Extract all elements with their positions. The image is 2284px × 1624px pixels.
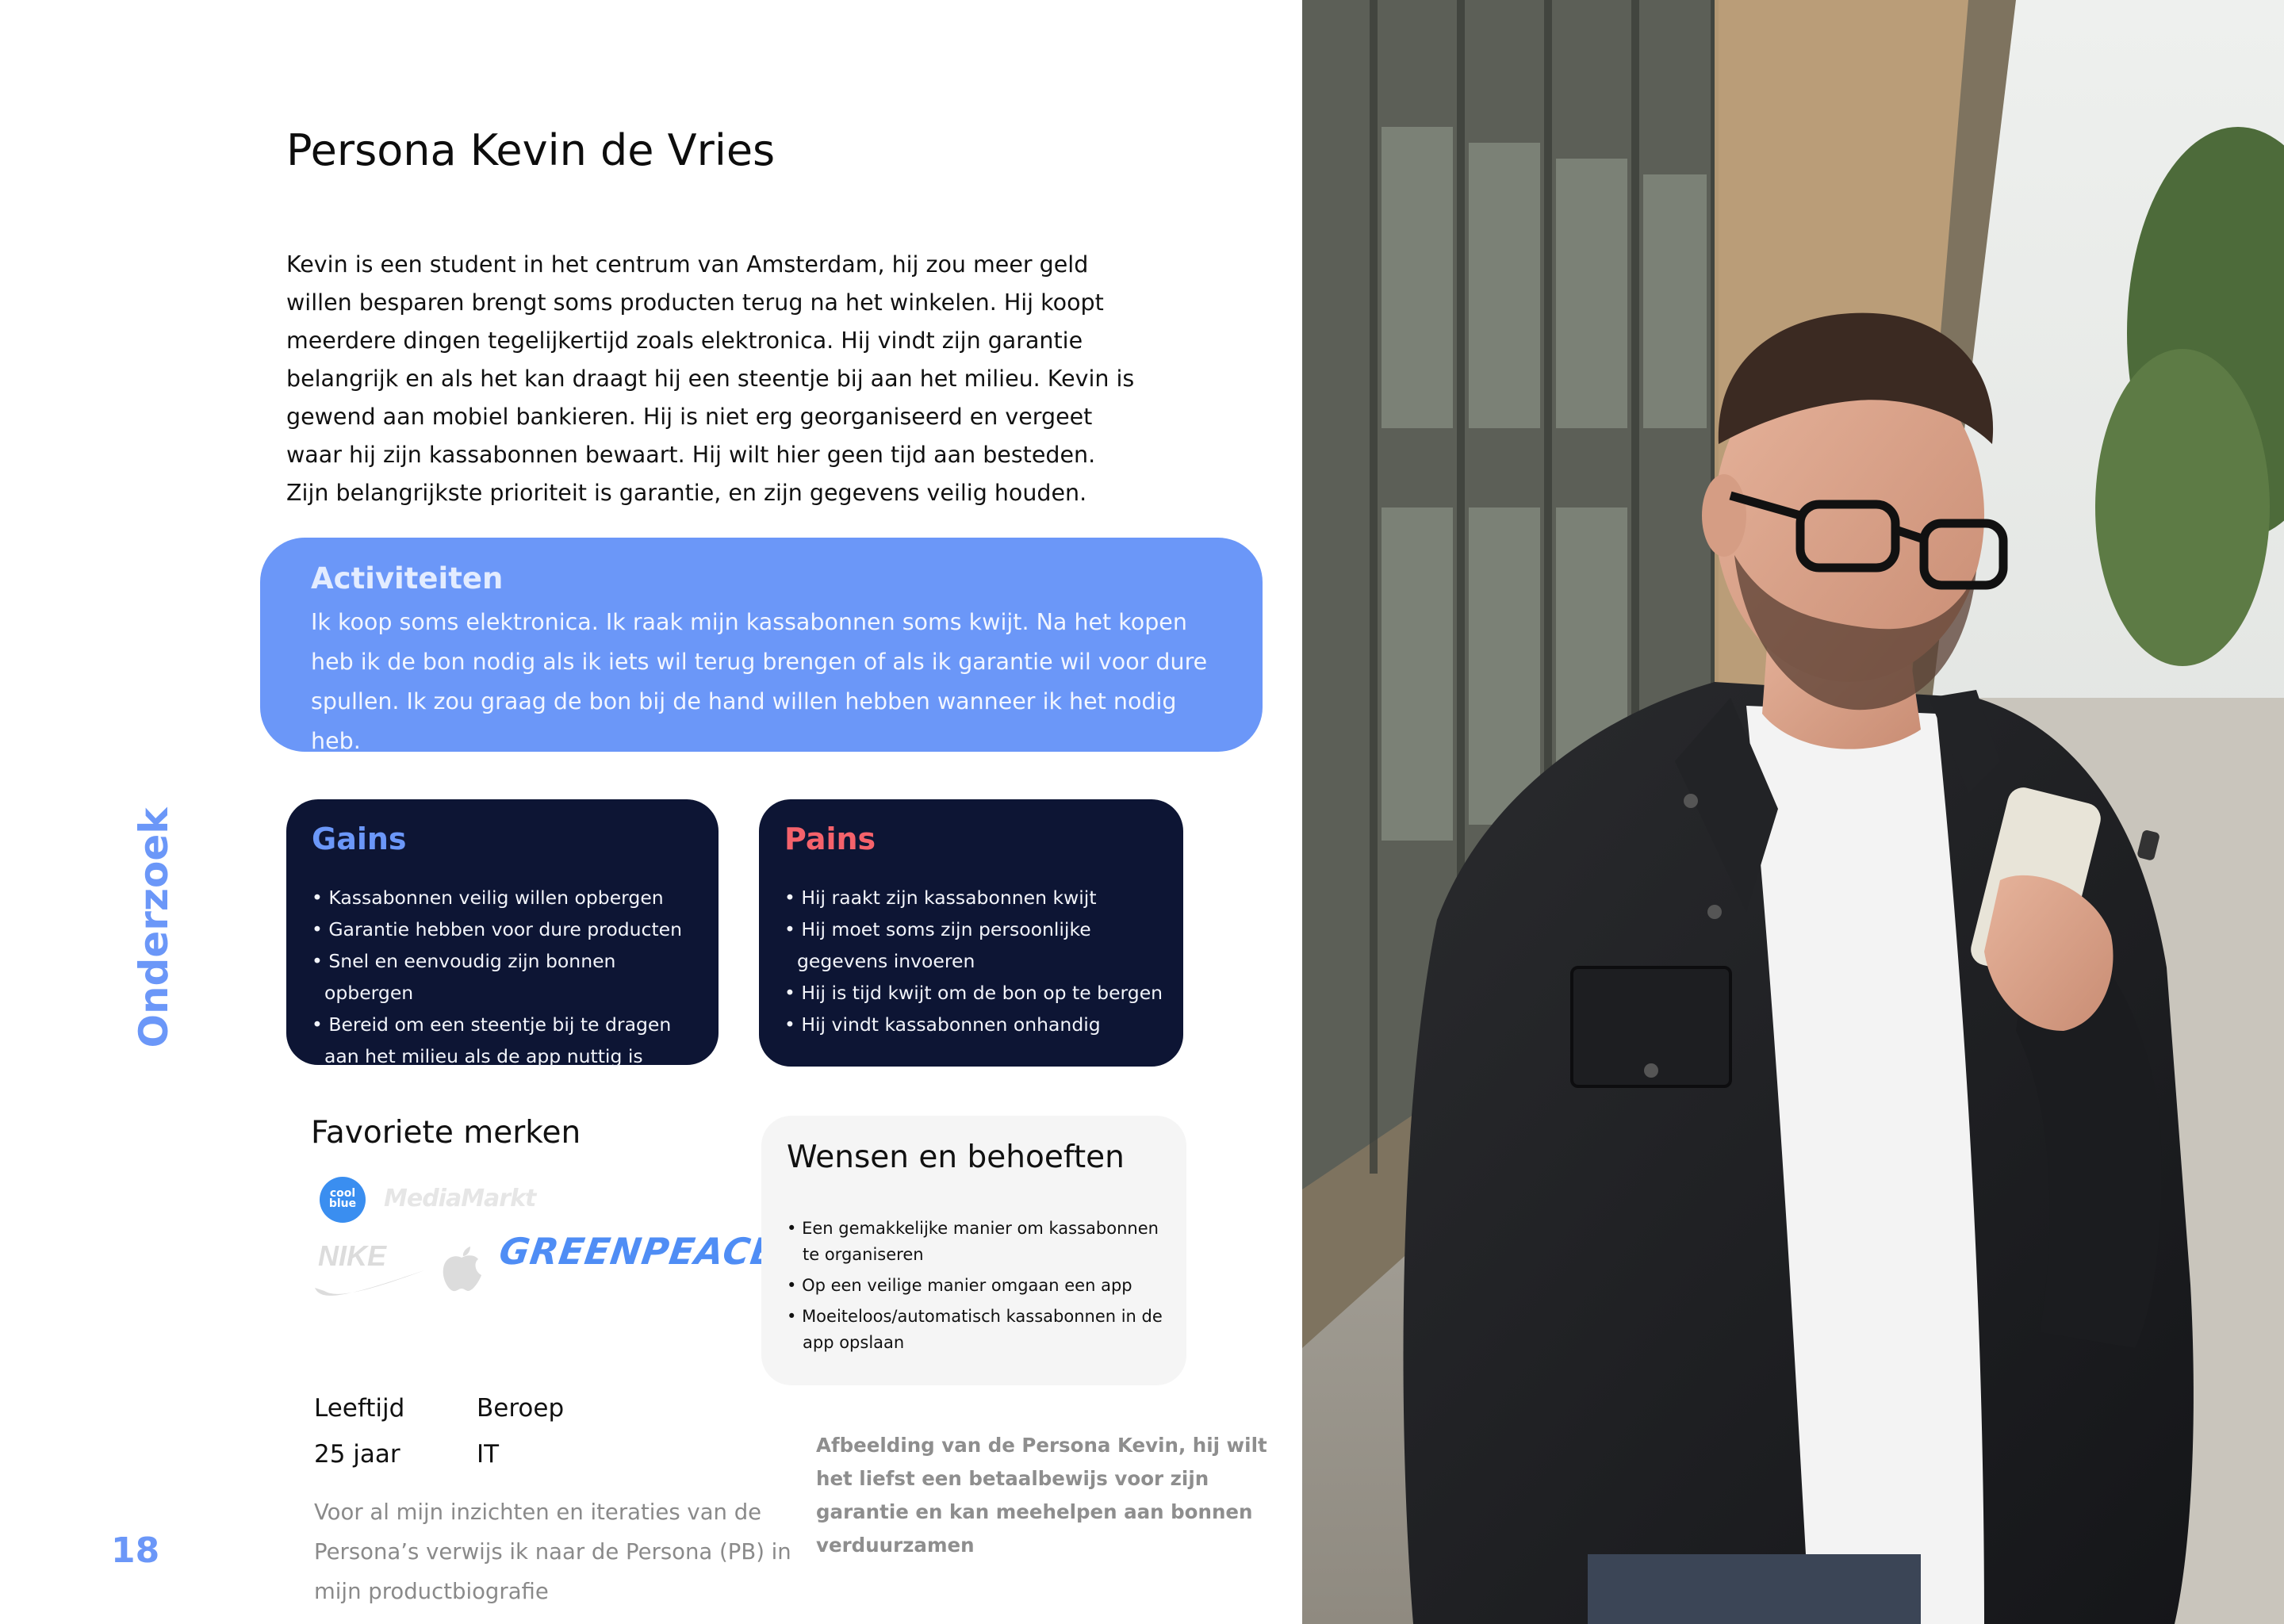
- list-item: Snel en eenvoudig zijn bonnen opbergen: [312, 945, 700, 1009]
- persona-intro: Kevin is een student in het centrum van …: [286, 251, 1135, 506]
- brands-heading: Favoriete merken: [311, 1115, 581, 1151]
- page-title: Persona Kevin de Vries: [286, 125, 776, 175]
- list-item: Kassabonnen veilig willen opbergen: [312, 882, 700, 914]
- pains-card: Pains Hij raakt zijn kassabonnen kwijt H…: [759, 799, 1183, 1067]
- list-item: Hij is tijd kwijt om de bon op te bergen: [784, 977, 1173, 1009]
- wishes-list: Een gemakkelijke manier om kassabonnen t…: [787, 1216, 1167, 1361]
- activities-card: Activiteiten Ik koop soms elektronica. I…: [260, 538, 1263, 754]
- greenpeace-logo: GREENPEACE: [496, 1230, 780, 1273]
- apple-logo: [440, 1242, 483, 1297]
- job-label: Beroep: [477, 1394, 565, 1423]
- page-number: 18: [111, 1530, 160, 1571]
- persona-note: Voor al mijn inzichten en iteraties van …: [314, 1500, 791, 1604]
- list-item: Hij moet soms zijn persoonlijke gegevens…: [784, 914, 1173, 977]
- list-item: Op een veilige manier omgaan een app: [787, 1273, 1167, 1299]
- persona-photo: [1302, 0, 2284, 1624]
- list-item: Bereid om een steentje bij te dragen aan…: [312, 1009, 700, 1072]
- mediamarkt-logo: MediaMarkt: [384, 1185, 536, 1212]
- list-item: Een gemakkelijke manier om kassabonnen t…: [787, 1216, 1167, 1268]
- wishes-card: Wensen en behoeften Een gemakkelijke man…: [761, 1116, 1186, 1385]
- list-item: Garantie hebben voor dure producten: [312, 914, 700, 945]
- wishes-heading: Wensen en behoeften: [787, 1139, 1125, 1175]
- pains-heading: Pains: [784, 822, 876, 856]
- svg-text:NIKE: NIKE: [318, 1239, 387, 1272]
- age-label: Leeftijd: [314, 1394, 405, 1423]
- gains-heading: Gains: [312, 822, 407, 856]
- gains-card: Gains Kassabonnen veilig willen opbergen…: [286, 799, 719, 1067]
- photo-caption: Afbeelding van de Persona Kevin, hij wil…: [816, 1434, 1267, 1557]
- list-item: Moeiteloos/automatisch kassabonnen in de…: [787, 1304, 1167, 1356]
- activities-heading: Activiteiten: [311, 561, 504, 596]
- section-label: Onderzoek: [131, 807, 177, 1048]
- list-item: Hij vindt kassabonnen onhandig: [784, 1009, 1173, 1040]
- gains-list: Kassabonnen veilig willen opbergen Garan…: [312, 882, 700, 1072]
- coolblue-logo: cool blue: [320, 1177, 366, 1223]
- nike-logo: NIKE: [313, 1239, 432, 1305]
- age-value: 25 jaar: [314, 1440, 400, 1469]
- activities-text: Ik koop soms elektronica. Ik raak mijn k…: [311, 609, 1208, 754]
- job-value: IT: [477, 1440, 500, 1469]
- pains-list: Hij raakt zijn kassabonnen kwijt Hij moe…: [784, 882, 1173, 1040]
- list-item: Hij raakt zijn kassabonnen kwijt: [784, 882, 1173, 914]
